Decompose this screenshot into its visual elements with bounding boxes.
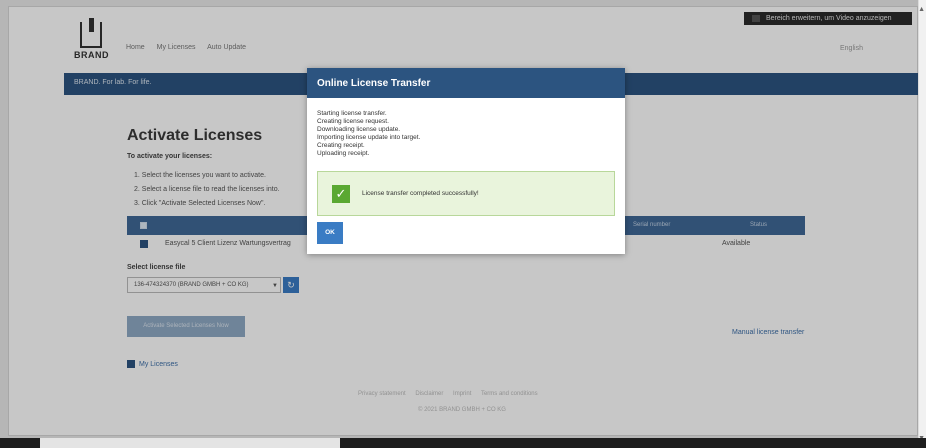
transfer-log: Starting license transfer. Creating lice…: [317, 110, 420, 158]
ok-button[interactable]: OK: [317, 222, 343, 244]
log-line: Uploading receipt.: [317, 150, 370, 157]
log-line: Importing license update into target.: [317, 134, 421, 141]
taskbar-segment: [40, 438, 340, 448]
checkmark-icon: ✓: [332, 185, 350, 203]
success-alert: ✓ License transfer completed successfull…: [317, 171, 615, 216]
log-line: Creating receipt.: [317, 142, 365, 149]
page-scrollbar[interactable]: ▲ ▼: [918, 0, 926, 448]
log-line: Downloading license update.: [317, 126, 401, 133]
success-message: License transfer completed successfully!: [362, 190, 479, 197]
log-line: Creating license request.: [317, 118, 389, 125]
dialog-title: Online License Transfer: [307, 68, 625, 98]
scroll-up-icon[interactable]: ▲: [918, 6, 925, 13]
license-transfer-dialog: Online License Transfer Starting license…: [307, 68, 625, 254]
log-line: Starting license transfer.: [317, 110, 387, 117]
